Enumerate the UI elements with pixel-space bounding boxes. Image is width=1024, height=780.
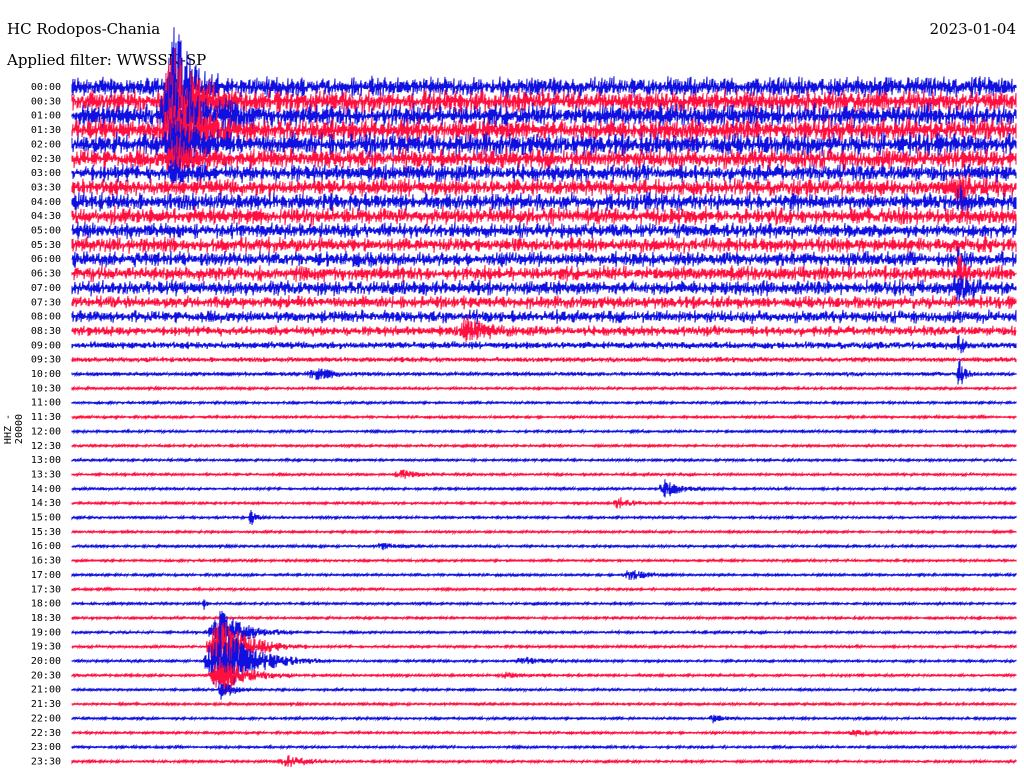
trace-1300 — [71, 456, 1017, 464]
row-label-0900: 09:00 — [31, 340, 61, 351]
trace-0900 — [71, 335, 1017, 354]
row-label-1500: 15:00 — [31, 513, 61, 524]
seismic-traces — [71, 27, 1017, 768]
trace-1330 — [71, 469, 1017, 479]
trace-2200 — [71, 714, 1017, 724]
row-label-1800: 18:00 — [31, 599, 61, 610]
row-label-0630: 06:30 — [31, 269, 61, 280]
trace-0800 — [71, 309, 1017, 324]
row-label-0330: 03:30 — [31, 182, 61, 193]
row-label-1600: 16:00 — [31, 541, 61, 552]
row-label-0730: 07:30 — [31, 297, 61, 308]
row-label-0930: 09:30 — [31, 355, 61, 366]
row-label-2030: 20:30 — [31, 670, 61, 681]
trace-1700 — [71, 569, 1017, 580]
trace-0530 — [71, 236, 1017, 254]
row-label-0830: 08:30 — [31, 326, 61, 337]
trace-2300 — [71, 743, 1017, 751]
row-label-1330: 13:30 — [31, 469, 61, 480]
trace-1500 — [71, 509, 1017, 525]
row-label-0700: 07:00 — [31, 283, 61, 294]
row-label-0230: 02:30 — [31, 154, 61, 165]
row-label-2330: 23:30 — [31, 756, 61, 767]
trace-1530 — [71, 528, 1017, 536]
trace-0930 — [71, 355, 1017, 364]
row-label-0400: 04:00 — [31, 197, 61, 208]
trace-1000 — [71, 359, 1017, 385]
trace-1630 — [71, 557, 1017, 564]
trace-0430 — [71, 205, 1017, 227]
row-label-0530: 05:30 — [31, 240, 61, 251]
row-label-2230: 22:30 — [31, 728, 61, 739]
row-label-1130: 11:30 — [31, 412, 61, 423]
helicorder-plot: 00:00 00:30 01:00 01:30 02:00 02:30 03:00 03:30… — [31, 27, 1017, 768]
row-label-2200: 22:00 — [31, 713, 61, 724]
trace-1030 — [71, 385, 1017, 392]
trace-1830 — [71, 614, 1017, 622]
trace-2230 — [71, 729, 1017, 737]
row-label-2130: 21:30 — [31, 699, 61, 710]
trace-1730 — [71, 586, 1017, 593]
trace-1430 — [71, 497, 1017, 509]
trace-1230 — [71, 442, 1017, 450]
row-label-1430: 14:30 — [31, 498, 61, 509]
row-label-1530: 15:30 — [31, 527, 61, 538]
row-label-1930: 19:30 — [31, 642, 61, 653]
row-label-1830: 18:30 — [31, 613, 61, 624]
trace-2130 — [71, 700, 1017, 708]
trace-0730 — [71, 295, 1017, 310]
row-label-1000: 10:00 — [31, 369, 61, 380]
row-label-1030: 10:30 — [31, 383, 61, 394]
row-label-1900: 19:00 — [31, 627, 61, 638]
trace-1800 — [71, 599, 1017, 610]
trace-1130 — [71, 413, 1017, 421]
row-label-0600: 06:00 — [31, 254, 61, 265]
trace-1200 — [71, 428, 1017, 435]
row-label-1730: 17:30 — [31, 584, 61, 595]
row-label-0500: 05:00 — [31, 226, 61, 237]
row-label-2300: 23:00 — [31, 742, 61, 753]
row-label-1200: 12:00 — [31, 426, 61, 437]
row-label-0200: 02:00 — [31, 139, 61, 150]
trace-2330 — [71, 755, 1017, 768]
trace-1400 — [71, 479, 1017, 498]
trace-1100 — [71, 399, 1017, 407]
row-label-1700: 17:00 — [31, 570, 61, 581]
trace-1600 — [71, 542, 1017, 551]
row-labels: 00:00 00:30 01:00 01:30 02:00 02:30 03:00 03:30… — [31, 82, 61, 767]
row-label-0430: 04:30 — [31, 211, 61, 222]
row-label-0800: 08:00 — [31, 312, 61, 323]
row-label-0300: 03:00 — [31, 168, 61, 179]
row-label-1400: 14:00 — [31, 484, 61, 495]
row-label-0000: 00:00 — [31, 82, 61, 93]
trace-2100 — [71, 683, 1017, 700]
row-label-0030: 00:30 — [31, 96, 61, 107]
row-label-1100: 11:00 — [31, 398, 61, 409]
row-label-1630: 16:30 — [31, 556, 61, 567]
row-label-1300: 13:00 — [31, 455, 61, 466]
row-label-2100: 21:00 — [31, 685, 61, 696]
row-label-0130: 01:30 — [31, 125, 61, 136]
row-label-1230: 12:30 — [31, 441, 61, 452]
row-label-0100: 01:00 — [31, 111, 61, 122]
row-label-2000: 20:00 — [31, 656, 61, 667]
